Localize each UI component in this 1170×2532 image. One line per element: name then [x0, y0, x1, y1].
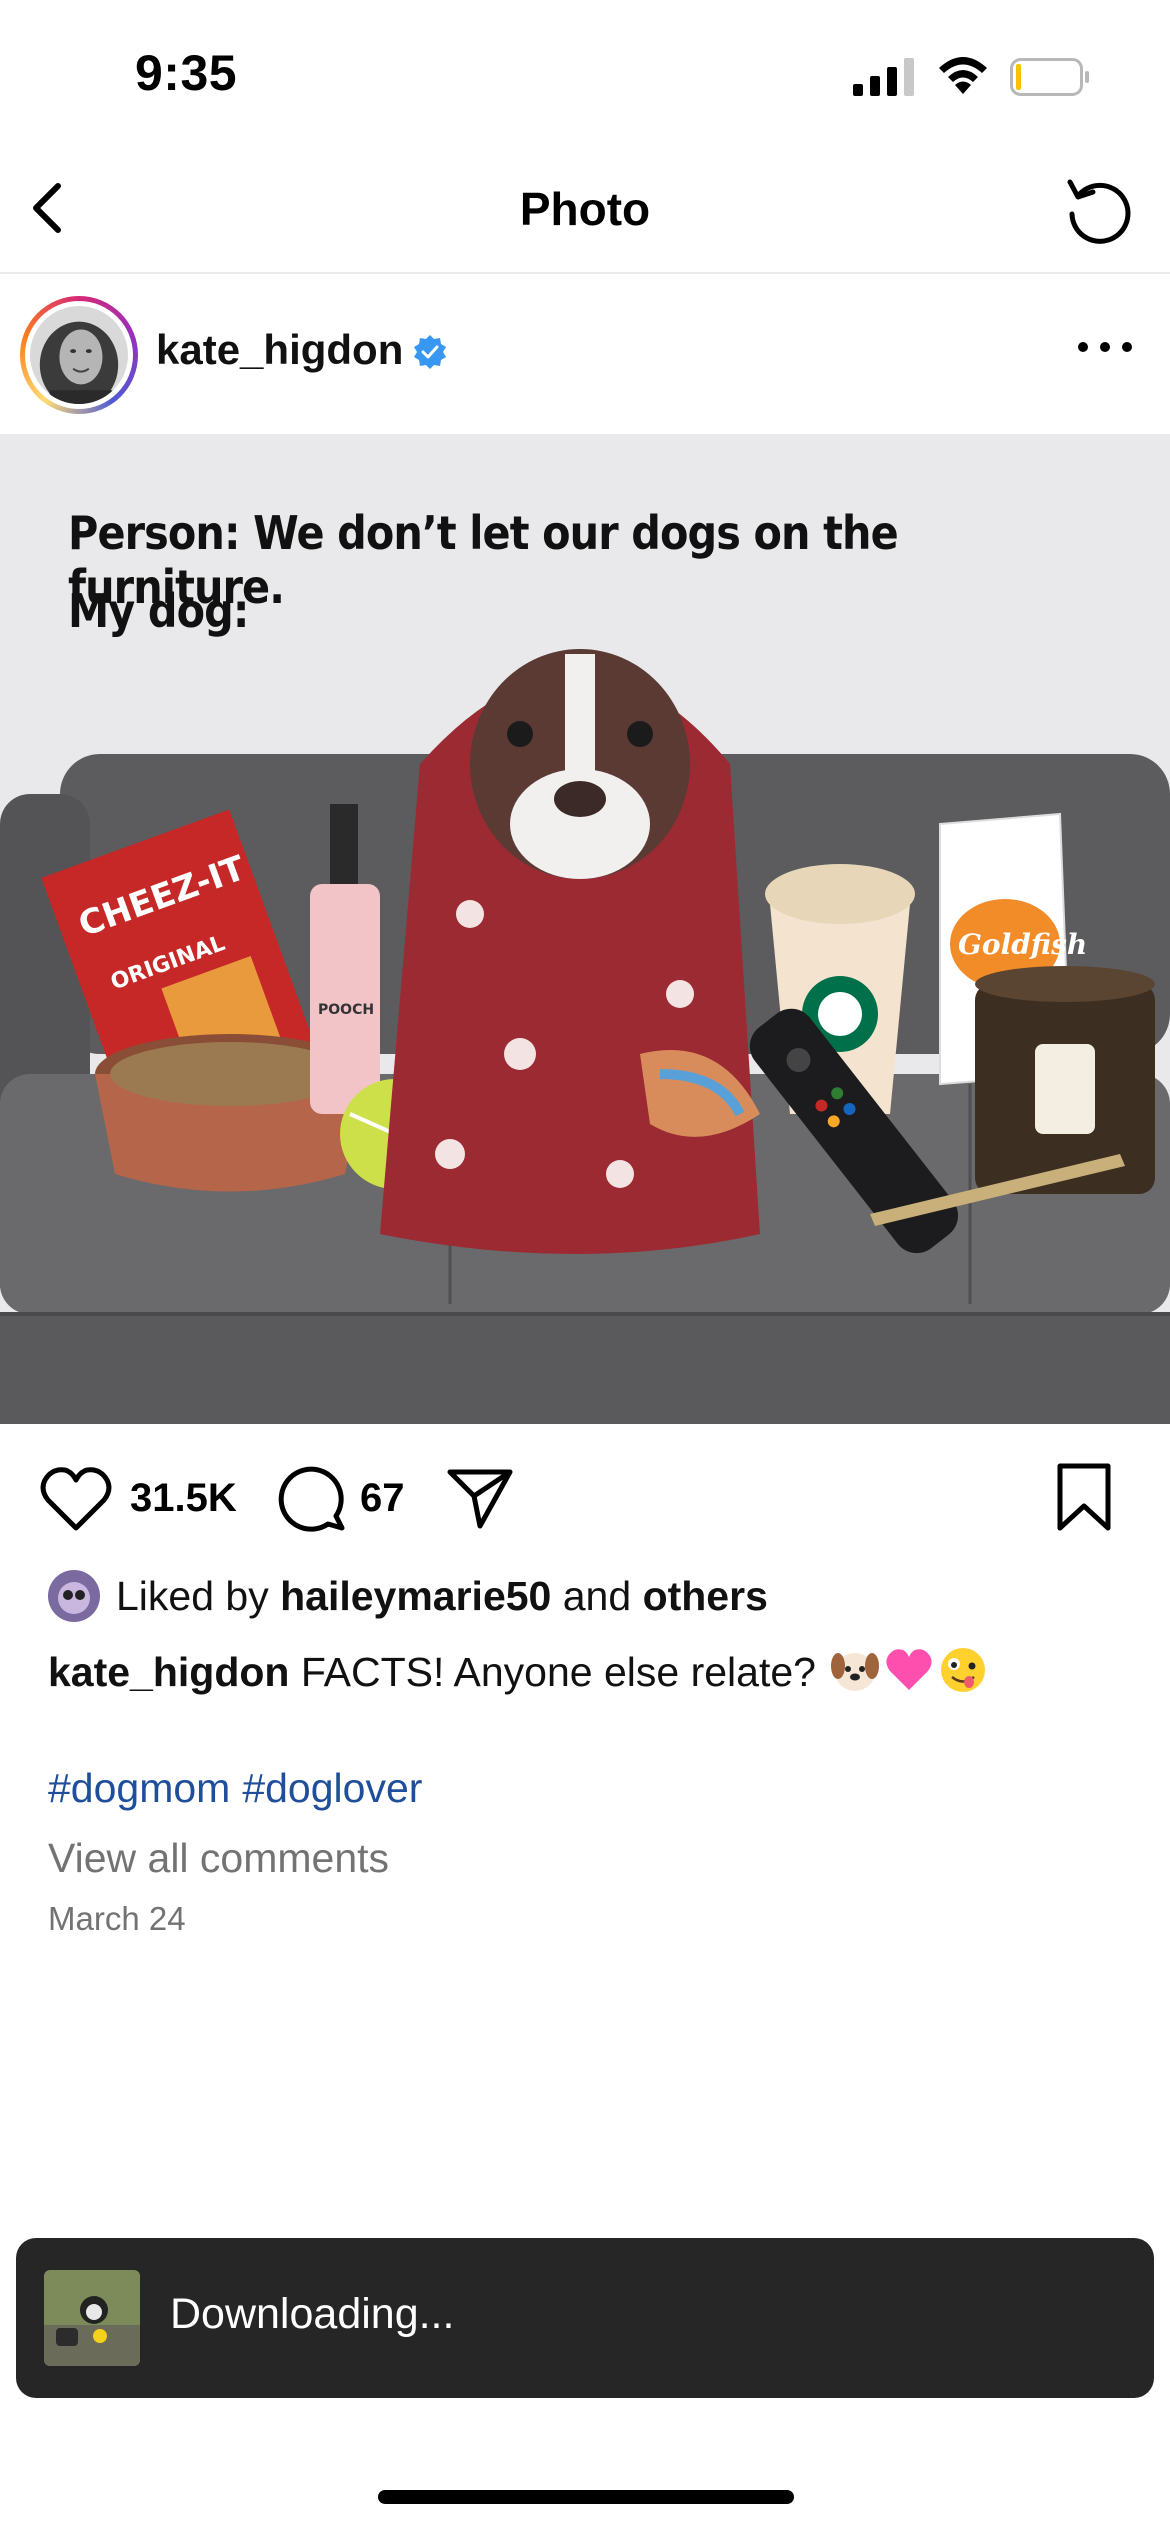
home-indicator[interactable] [378, 2490, 794, 2504]
battery-low-icon [1010, 58, 1089, 96]
liked-by-prefix: Liked by [116, 1572, 281, 1619]
pooch-brand: POOCH [318, 1002, 374, 1018]
hashtag-link[interactable]: #doglover [242, 1765, 422, 1811]
toast-thumbnail [44, 2270, 140, 2366]
refresh-button[interactable] [1060, 170, 1140, 250]
comment-count[interactable]: 67 [360, 1476, 405, 1521]
comment-icon[interactable] [276, 1462, 348, 1534]
dog-face-emoji [831, 1653, 880, 1691]
hashtags: #dogmom #doglover [48, 1756, 434, 1820]
goldfish-brand: Goldfish [958, 928, 1087, 961]
page-title: Photo [519, 183, 651, 235]
avatar [30, 306, 128, 404]
hashtag-link[interactable]: #dogmom [48, 1765, 230, 1811]
post-username[interactable]: kate_higdon [156, 326, 403, 374]
post-image[interactable]: CHEEZ-IT ORIGINAL POOCH Goldfish Person:… [0, 434, 1170, 1424]
post-caption: kate_higdon FACTS! Anyone else relate? [48, 1640, 1138, 1704]
status-time: 9:35 [135, 45, 238, 101]
like-count[interactable]: 31.5K [130, 1476, 237, 1521]
pink-heart-emoji [886, 1649, 932, 1690]
story-ring[interactable] [20, 296, 138, 414]
caption-text: FACTS! Anyone else relate? [289, 1649, 828, 1695]
liked-by-text: Liked by haileymarie50 and others [116, 1573, 768, 1620]
toast-text: Downloading... [170, 2290, 455, 2338]
post-actions: 31.5K 67 [0, 1424, 1170, 1564]
cellular-signal-icon [853, 58, 914, 96]
post-date: March 24 [48, 1900, 186, 1937]
liked-by-user[interactable]: haileymarie50 [280, 1573, 551, 1619]
nav-header: Photo [0, 150, 1170, 274]
bookmark-icon[interactable] [1054, 1462, 1114, 1534]
post-header: kate_higdon [0, 276, 1170, 434]
liked-by-others[interactable]: others [643, 1573, 768, 1619]
wifi-icon [939, 57, 987, 94]
caption-username[interactable]: kate_higdon [48, 1649, 289, 1695]
zany-face-emoji [941, 1648, 986, 1692]
share-icon[interactable] [444, 1462, 516, 1534]
download-toast: Downloading... [16, 2238, 1154, 2398]
heart-icon[interactable] [38, 1464, 114, 1534]
liked-by-row[interactable]: Liked by haileymarie50 and others [48, 1566, 768, 1626]
meme-caption-line2: My dog: [68, 584, 249, 638]
more-options-button[interactable] [1070, 332, 1140, 362]
verified-badge-icon [414, 335, 446, 369]
liked-by-avatar [48, 1570, 100, 1622]
view-all-comments-link[interactable]: View all comments [48, 1826, 389, 1890]
status-bar: 9:35 [0, 0, 1170, 150]
liked-by-mid: and [551, 1572, 643, 1619]
